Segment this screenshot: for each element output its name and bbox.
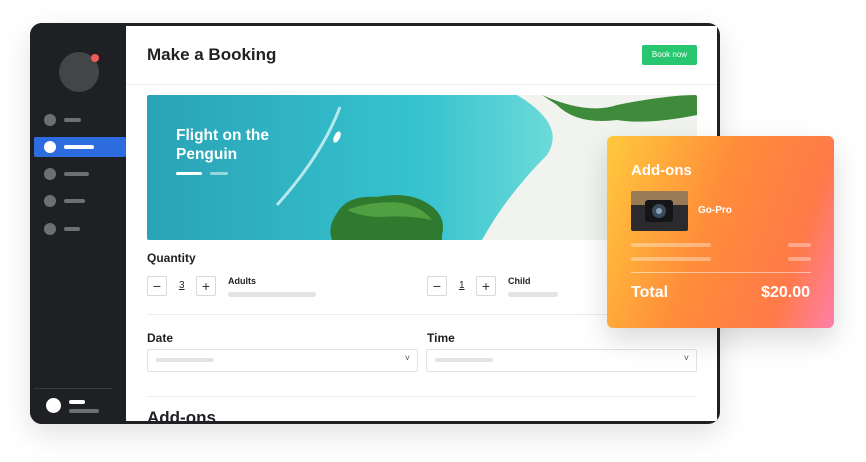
adults-label: Adults [228,276,256,286]
quantity-label: Quantity [147,251,196,265]
addon-price-placeholder [788,257,811,261]
user-name-placeholder [69,400,85,404]
nav-label-placeholder [64,118,81,122]
nav-icon [44,168,56,180]
sidebar-divider [34,388,112,389]
nav-label-placeholder [64,227,80,231]
date-label: Date [147,331,174,345]
page-title: Make a Booking [147,45,277,64]
book-now-button[interactable]: Book now [642,45,697,65]
addons-card-title: Add-ons [631,162,692,179]
child-decrement-button[interactable]: − [427,276,447,296]
chevron-down-icon: ˅ [683,353,689,363]
notification-dot [91,54,99,62]
card-divider [631,272,811,273]
adults-quantity-value[interactable]: 3 [179,280,185,291]
addon-line-placeholder [631,243,711,247]
total-label: Total [631,284,669,301]
sidebar-item-2-active[interactable] [34,137,126,157]
adults-increment-button[interactable]: + [196,276,216,296]
addon-price-placeholder [788,243,811,247]
date-select[interactable]: ˅ [147,349,418,372]
time-select[interactable]: ˅ [426,349,697,372]
nav-label-placeholder [64,145,94,149]
adults-description-placeholder [228,292,316,297]
child-label: Child [508,276,531,286]
gopro-thumbnail [631,191,688,231]
user-avatar[interactable] [46,398,61,413]
section-divider [147,396,697,397]
sidebar-item-5[interactable] [34,219,126,239]
user-role-placeholder [69,409,99,413]
gopro-image [631,191,688,231]
time-placeholder [435,358,493,362]
addons-section-heading: Add-ons [147,408,216,421]
nav-icon [44,114,56,126]
nav-label-placeholder [64,172,89,176]
hero-title: Flight on the Penguin [176,127,269,163]
time-label: Time [427,331,455,345]
child-quantity-value[interactable]: 1 [459,280,465,291]
addon-item-name: Go-Pro [698,205,732,216]
addons-card: Add-ons Go-Pro Total $20.00 [607,136,834,328]
chevron-down-icon: ˅ [404,353,410,363]
child-description-placeholder [508,292,558,297]
nav-label-placeholder [64,199,85,203]
adults-decrement-button[interactable]: − [147,276,167,296]
child-increment-button[interactable]: + [476,276,496,296]
addon-line-placeholder [631,257,711,261]
sidebar-item-3[interactable] [34,164,126,184]
carousel-indicator-active[interactable] [176,172,202,175]
header: Make a Booking Book now [126,26,717,85]
date-placeholder [156,358,214,362]
carousel-indicator[interactable] [210,172,228,175]
nav-icon [44,141,56,153]
sidebar [30,23,126,424]
total-value: $20.00 [761,284,810,301]
nav-icon [44,223,56,235]
sidebar-item-1[interactable] [34,110,126,130]
sidebar-item-4[interactable] [34,191,126,211]
nav-icon [44,195,56,207]
